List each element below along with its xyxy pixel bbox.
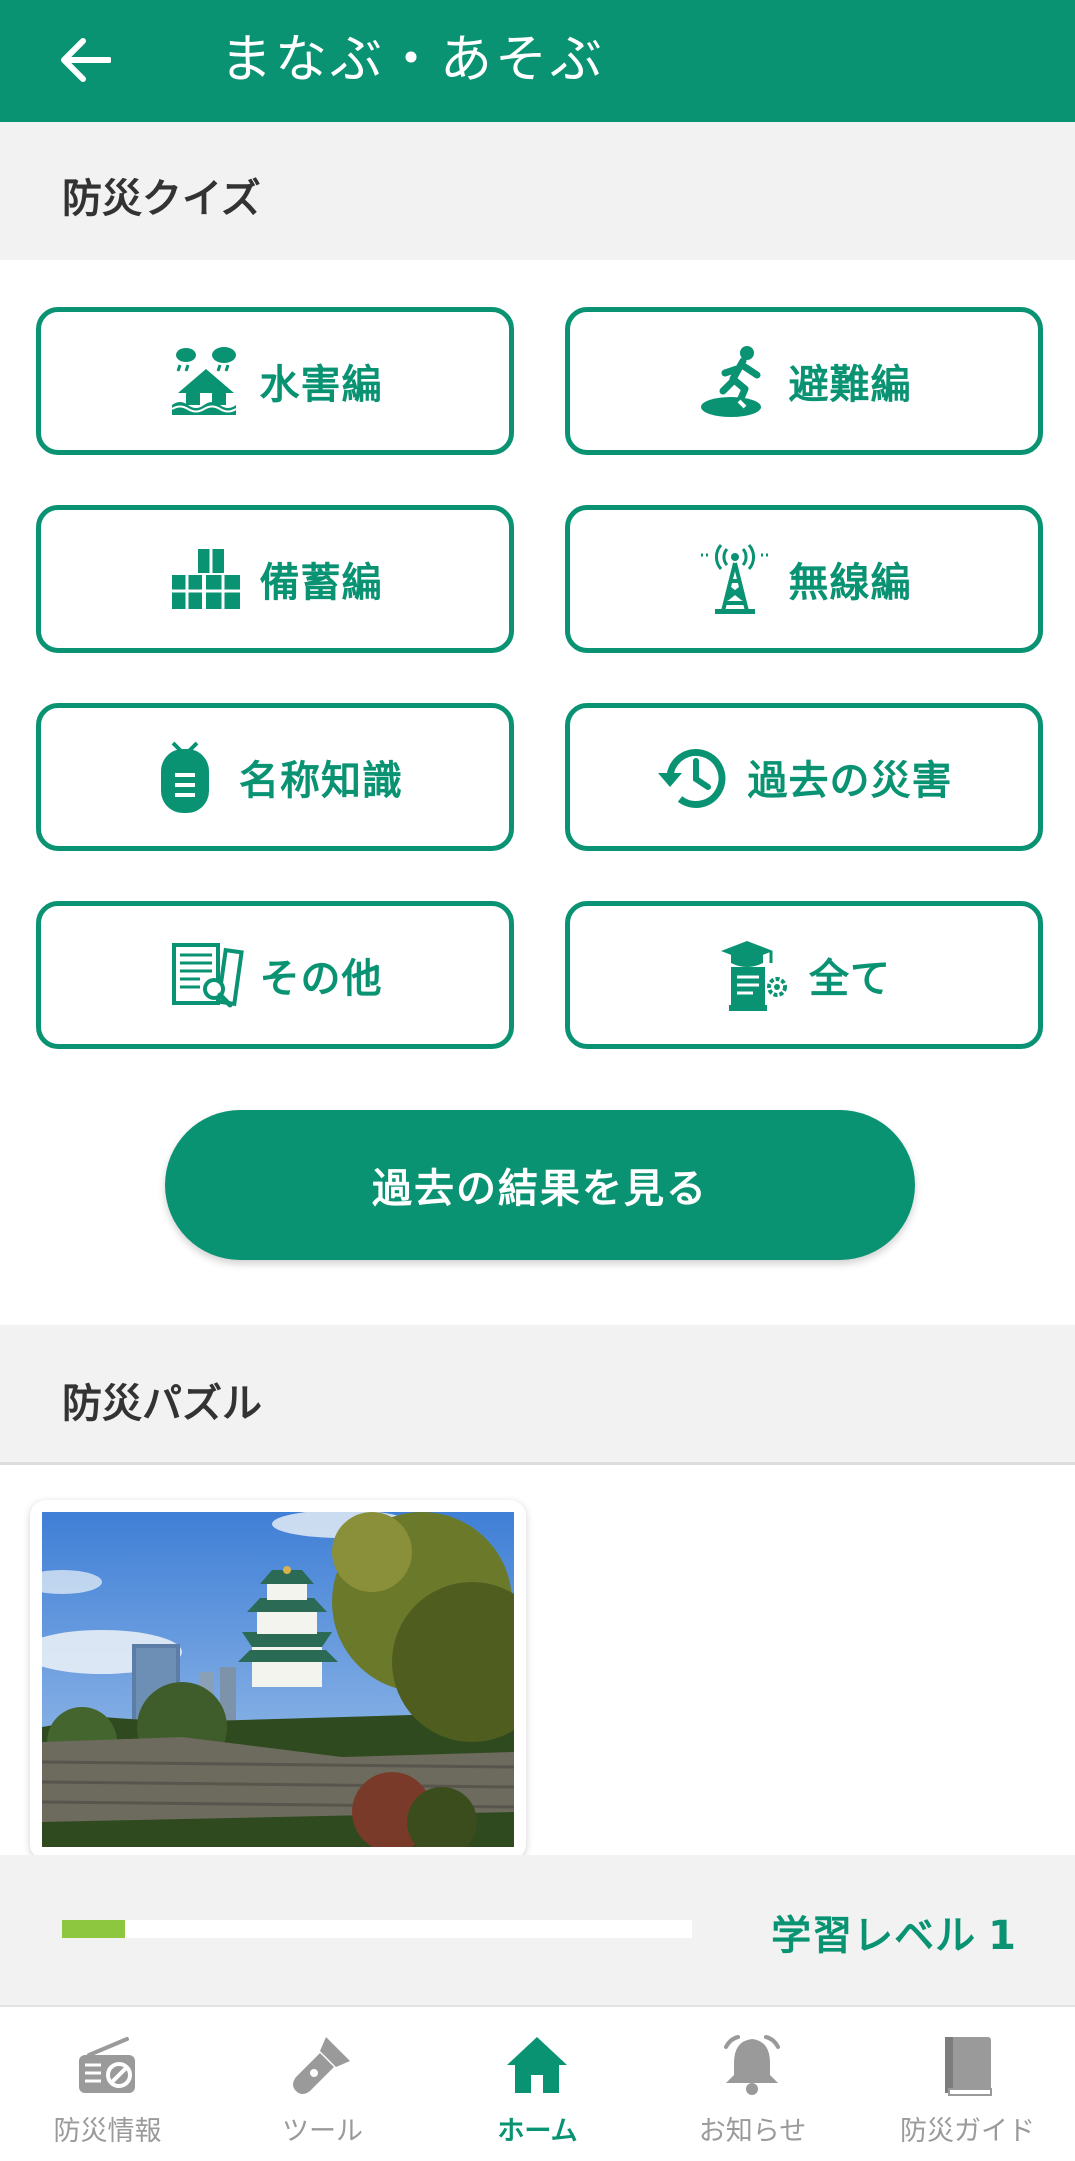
puzzle-section-header: 防災パズル (0, 1325, 1075, 1465)
nav-label: 防災ガイド (900, 2116, 1035, 2147)
radio-tower-icon (697, 541, 773, 617)
view-past-results-button[interactable]: 過去の結果を見る (165, 1110, 915, 1260)
radio-icon (75, 2033, 139, 2097)
quiz-terminology-button[interactable]: 名称知識 (36, 703, 514, 851)
tag-icon (147, 739, 223, 815)
learning-level-label: 学習レベル (771, 1913, 977, 1959)
running-person-icon (697, 343, 773, 419)
home-icon (505, 2033, 569, 2097)
quiz-evacuation-label: 避難編 (788, 362, 912, 408)
nav-disaster-info[interactable]: 防災情報 (0, 2007, 215, 2161)
quiz-other-button[interactable]: その他 (36, 901, 514, 1049)
quiz-terminology-label: 名称知識 (239, 758, 403, 804)
quiz-other-label: その他 (259, 956, 383, 1002)
quiz-all-label: 全て (809, 956, 891, 1002)
nav-home[interactable]: ホーム (430, 2007, 645, 2161)
book-icon (935, 2033, 999, 2097)
nav-label: 防災情報 (53, 2116, 162, 2147)
app-bar: まなぶ・あそぶ (0, 0, 1075, 122)
quiz-stockpile-button[interactable]: 備蓄編 (36, 505, 514, 653)
arrow-left-icon (61, 38, 111, 82)
learning-progress-fill (62, 1920, 125, 1938)
page-title: まなぶ・あそぶ (220, 30, 606, 90)
puzzle-section-title: 防災パズル (62, 1381, 262, 1427)
quiz-radio-label: 無線編 (788, 560, 912, 606)
nav-disaster-guide[interactable]: 防災ガイド (860, 2007, 1075, 2161)
quiz-past-disasters-label: 過去の災害 (747, 758, 953, 804)
quiz-flood-button[interactable]: 水害編 (36, 307, 514, 455)
learning-progress-track (62, 1920, 692, 1938)
nav-label: お知らせ (698, 2116, 807, 2147)
quiz-evacuation-button[interactable]: 避難編 (565, 307, 1043, 455)
quiz-stockpile-label: 備蓄編 (259, 560, 383, 606)
learning-level-text: 学習レベル 1 (771, 1903, 1017, 1961)
documents-search-icon (168, 937, 244, 1013)
quiz-past-disasters-button[interactable]: 過去の災害 (565, 703, 1043, 851)
nav-tools[interactable]: ツール (215, 2007, 430, 2161)
quiz-radio-button[interactable]: 無線編 (565, 505, 1043, 653)
nav-label: ホーム (497, 2116, 578, 2147)
flashlight-icon (290, 2033, 354, 2097)
puzzle-card[interactable] (30, 1500, 526, 1860)
bottom-navigation: 防災情報 ツール ホーム お知らせ 防災ガイド (0, 2005, 1075, 2161)
back-button[interactable] (50, 25, 120, 95)
quiz-all-button[interactable]: 全て (565, 901, 1043, 1049)
nav-notices[interactable]: お知らせ (645, 2007, 860, 2161)
history-clock-icon (656, 739, 732, 815)
learning-level-value: 1 (988, 1913, 1017, 1959)
quiz-section-header: 防災クイズ (0, 122, 1075, 260)
quiz-flood-label: 水害編 (259, 362, 383, 408)
nav-label: ツール (282, 2116, 363, 2147)
stockpile-boxes-icon (168, 541, 244, 617)
graduation-scroll-icon (717, 937, 793, 1013)
learning-level-bar: 学習レベル 1 (0, 1855, 1075, 2005)
castle-photo (42, 1512, 514, 1847)
quiz-section-title: 防災クイズ (62, 176, 261, 222)
flooded-house-icon (168, 343, 244, 419)
bell-icon (720, 2033, 784, 2097)
